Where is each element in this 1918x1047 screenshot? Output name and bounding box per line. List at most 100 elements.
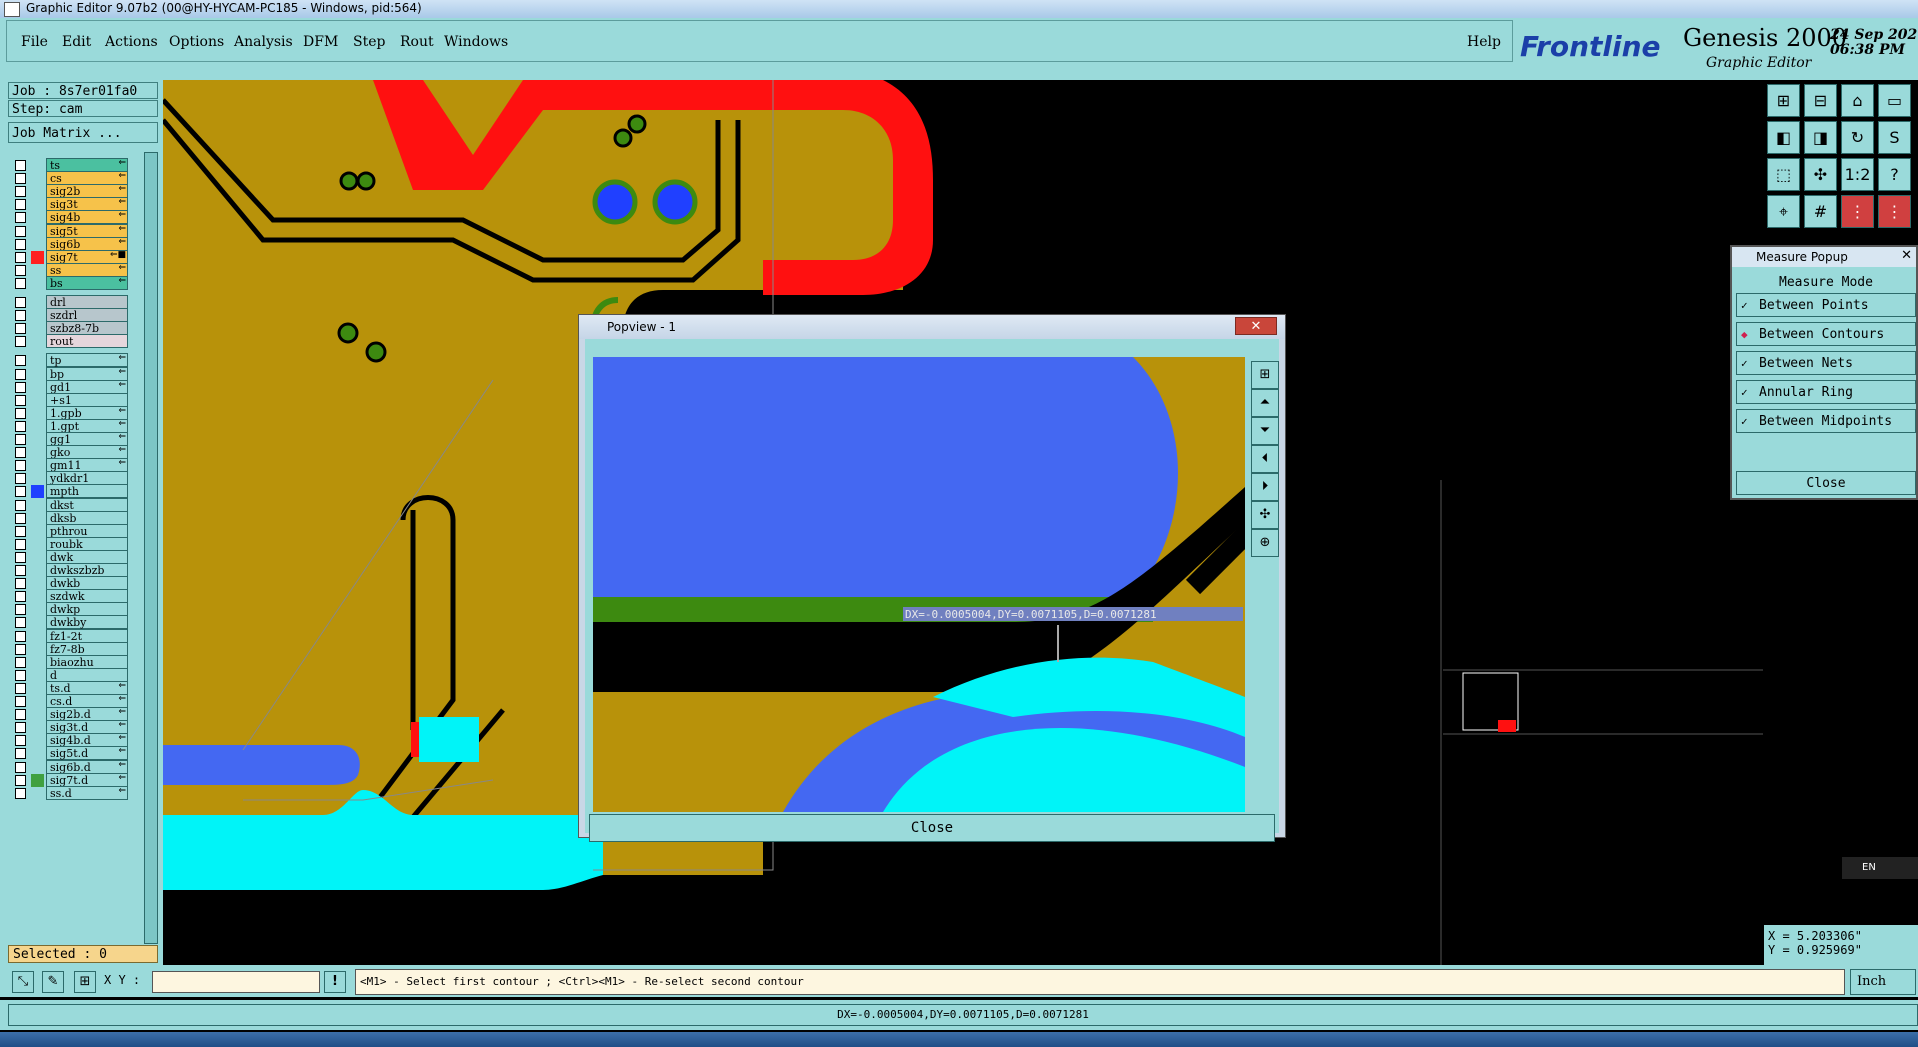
layer-checkbox[interactable] [15, 238, 26, 250]
layer-name[interactable]: ss.d [46, 785, 128, 800]
layer-checkbox[interactable] [15, 696, 26, 707]
layer-row[interactable]: bs ⇐ [12, 275, 130, 291]
layer-checkbox[interactable] [15, 630, 26, 642]
layer-checkbox[interactable] [15, 748, 26, 760]
menu-windows[interactable]: Windows [444, 34, 508, 50]
layer-checkbox[interactable] [15, 591, 26, 603]
mode-between-midpoints[interactable]: ✓ Between Midpoints [1736, 409, 1916, 433]
layer-name[interactable]: pthrou [46, 523, 128, 538]
menu-options[interactable]: Options [169, 34, 224, 50]
units-select[interactable]: Inch [1850, 969, 1916, 995]
layer-checkbox[interactable] [15, 460, 26, 472]
layer-name[interactable]: gd1 [46, 379, 128, 394]
layer-name[interactable]: sig3t.d [46, 720, 128, 735]
pv-fit-icon[interactable]: ✣ [1251, 501, 1279, 529]
layer-name[interactable]: 1.gpt [46, 418, 128, 433]
layer-name[interactable]: fz7-8b [46, 641, 128, 656]
pv-center-icon[interactable]: ⊕ [1251, 529, 1279, 557]
layer-name[interactable]: dwk [46, 549, 128, 564]
layer-color-swatch[interactable] [31, 446, 44, 459]
mode-between-points[interactable]: ✓ Between Points [1736, 293, 1916, 317]
layer-name[interactable]: drl [46, 295, 128, 309]
layer-color-swatch[interactable] [31, 538, 44, 551]
layer-color-swatch[interactable] [31, 590, 44, 603]
layer-checkbox[interactable] [15, 186, 26, 198]
layer-checkbox[interactable] [15, 420, 26, 432]
layer-checkbox[interactable] [15, 323, 26, 335]
layer-checkbox[interactable] [15, 394, 26, 406]
layer-name[interactable]: dwkby [46, 615, 128, 630]
cmd-edit-icon[interactable]: ✎ [42, 971, 64, 993]
menu-edit[interactable]: Edit [62, 34, 91, 50]
layer-checkbox[interactable] [15, 499, 26, 511]
layer-name[interactable]: ydkdr1 [46, 471, 128, 486]
layer-color-swatch[interactable] [31, 708, 44, 721]
layer-color-swatch[interactable] [31, 682, 44, 695]
layer-color-swatch[interactable] [31, 335, 44, 348]
layer-name[interactable]: fz1-2t [46, 628, 128, 643]
layer-checkbox[interactable] [15, 407, 26, 419]
menu-actions[interactable]: Actions [105, 34, 158, 50]
layer-name[interactable]: dwkp [46, 602, 128, 617]
layer-name[interactable]: gg1 [46, 432, 128, 446]
layer-color-swatch[interactable] [31, 630, 44, 643]
layer-color-swatch[interactable] [31, 198, 44, 211]
fit-icon[interactable]: ⬚ [1767, 158, 1800, 191]
layer-checkbox[interactable] [15, 643, 26, 655]
measure-icon[interactable]: ⌖ [1767, 195, 1800, 228]
layer-name[interactable]: sig3t [46, 197, 128, 212]
redraw-icon[interactable]: ↻ [1841, 121, 1874, 154]
layer-checkbox[interactable] [15, 251, 26, 263]
cmd-grid-icon[interactable]: ⊞ [74, 971, 96, 993]
layer-color-swatch[interactable] [31, 499, 44, 512]
pv-pan-right-icon[interactable]: ⏵ [1251, 473, 1279, 501]
layer-checkbox[interactable] [15, 656, 26, 668]
menu-help[interactable]: Help [1467, 34, 1501, 50]
layer-color-swatch[interactable] [31, 322, 44, 335]
layer-color-swatch[interactable] [31, 695, 44, 708]
layer-name[interactable]: sig5t [46, 223, 128, 238]
layer-name[interactable]: d [46, 667, 128, 682]
layer-color-swatch[interactable] [31, 225, 44, 238]
layer-name[interactable]: sig4b.d [46, 733, 128, 748]
layer-name[interactable]: sig5t.d [46, 746, 128, 761]
layer-name[interactable]: dksb [46, 510, 128, 525]
layer-name[interactable]: sig6b.d [46, 759, 128, 774]
pan-left-icon[interactable]: ◧ [1767, 121, 1800, 154]
layer-color-swatch[interactable] [31, 616, 44, 629]
pv-pan-down-icon[interactable]: ⏷ [1251, 417, 1279, 445]
grid-icon[interactable]: # [1804, 195, 1837, 228]
layer-checkbox[interactable] [15, 434, 26, 445]
net-icon[interactable]: ⋮ [1841, 195, 1874, 228]
layer-color-swatch[interactable] [31, 761, 44, 774]
menu-file[interactable]: File [21, 34, 48, 50]
pv-pan-up-icon[interactable]: ⏶ [1251, 389, 1279, 417]
layer-name[interactable]: sig6b [46, 236, 128, 251]
layer-color-swatch[interactable] [31, 787, 44, 800]
layer-name[interactable]: szbz8-7b [46, 321, 128, 336]
layer-checkbox[interactable] [15, 212, 26, 224]
layer-checkbox[interactable] [15, 538, 26, 550]
layer-checkbox[interactable] [15, 199, 26, 211]
layer-name[interactable]: biaozhu [46, 654, 128, 669]
layer-color-swatch[interactable] [31, 669, 44, 682]
popview-close-button[interactable]: Close [589, 814, 1275, 842]
layer-color-swatch[interactable] [31, 643, 44, 656]
layer-checkbox[interactable] [15, 160, 26, 171]
help-icon[interactable]: ? [1878, 158, 1911, 191]
layer-color-swatch[interactable] [31, 368, 44, 381]
layer-color-swatch[interactable] [31, 381, 44, 394]
layer-color-swatch[interactable] [31, 264, 44, 277]
layer-checkbox[interactable] [15, 669, 26, 681]
layer-checkbox[interactable] [15, 447, 26, 459]
layer-checkbox[interactable] [15, 578, 26, 590]
layer-color-swatch[interactable] [31, 485, 44, 499]
cmd-tool-icon[interactable]: ⤡ [12, 971, 34, 993]
pv-pan-left-icon[interactable]: ⏴ [1251, 445, 1279, 473]
layer-name[interactable]: szdrl [46, 308, 128, 323]
layer-checkbox[interactable] [15, 310, 26, 322]
layer-name[interactable]: dwkb [46, 576, 128, 591]
layer-checkbox[interactable] [15, 551, 26, 563]
layer-name[interactable]: sig2b.d [46, 707, 128, 722]
layer-checkbox[interactable] [15, 682, 26, 694]
